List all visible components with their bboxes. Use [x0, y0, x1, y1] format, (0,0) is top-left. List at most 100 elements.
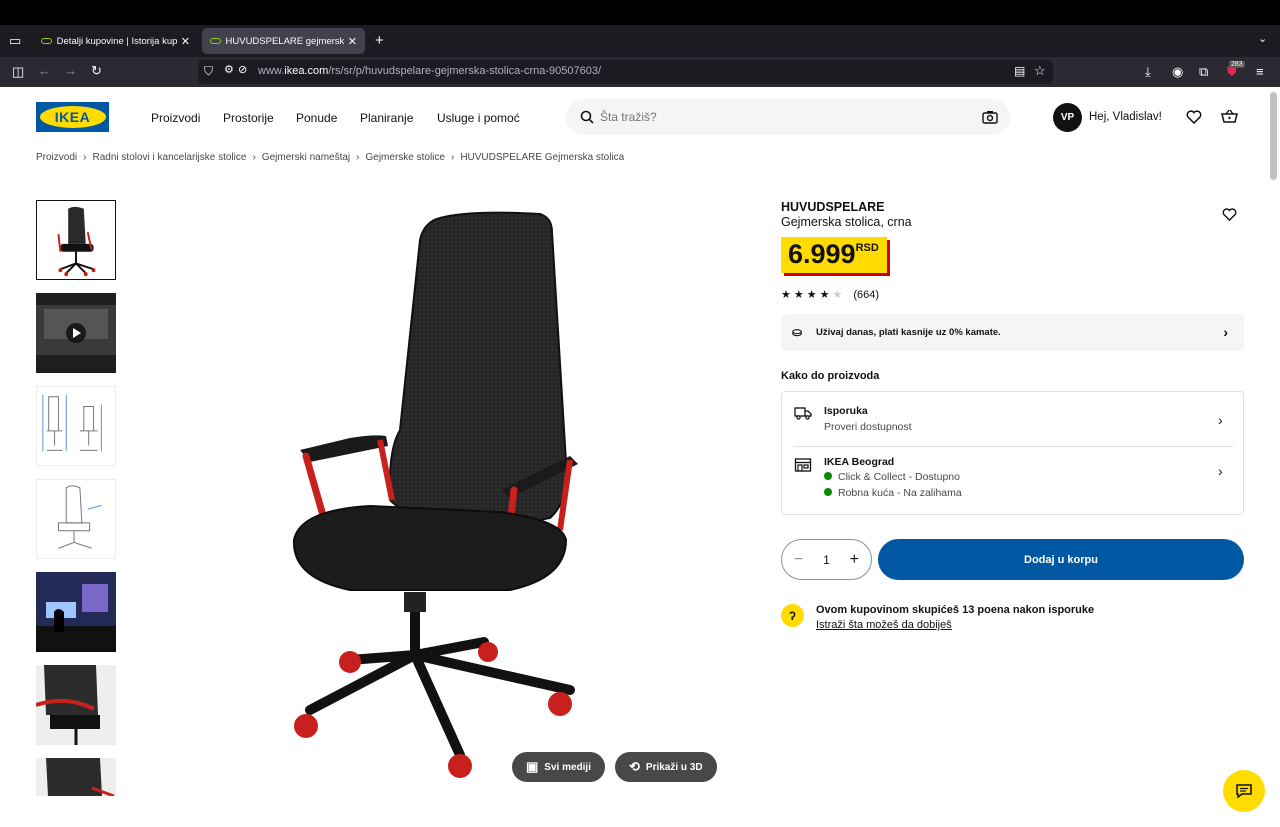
wishlist-heart-icon[interactable] — [1186, 110, 1202, 124]
nav-offers[interactable]: Ponude — [296, 111, 337, 125]
store-icon — [794, 458, 812, 472]
site-header: IKEA Proizvodi Prostorije Ponude Planira… — [0, 87, 1280, 149]
extensions-icon[interactable]: ⧉ — [1199, 65, 1208, 78]
piggy-bank-icon: ⛀ — [792, 325, 803, 339]
gallery-icon: ▣ — [526, 759, 539, 774]
tab-title: HUVUDSPELARE gejmerska stolica — [225, 35, 344, 47]
greeting[interactable]: Hej, Vladislav! — [1089, 111, 1162, 123]
thumbnail-closeup[interactable] — [36, 665, 116, 745]
review-count: (664) — [853, 288, 880, 301]
url-text: www.ikea.com/rs/sr/p/huvudspelare-gejmer… — [258, 65, 601, 77]
new-tab-icon[interactable]: + — [375, 33, 384, 48]
rating[interactable]: ★ ★ ★ ★ ★ (664) — [781, 288, 880, 302]
chat-button[interactable] — [1223, 770, 1265, 812]
shield-icon[interactable]: ⛉ — [204, 65, 213, 77]
favorite-heart-icon[interactable] — [1222, 208, 1237, 221]
forward-icon[interactable]: → — [64, 64, 77, 77]
avatar[interactable]: VP — [1053, 103, 1082, 132]
star-icon: ★ — [819, 289, 830, 301]
nav-planning[interactable]: Planiranje — [360, 111, 413, 125]
permissions-icon[interactable]: ⚙ — [224, 65, 234, 76]
tab-product[interactable]: HUVUDSPELARE gejmerska stolica ✕ — [202, 28, 365, 54]
logo-text: IKEA — [39, 106, 106, 128]
delivery-subtitle: Proveri dostupnost — [824, 421, 912, 433]
view-3d-label: Prikaži u 3D — [645, 761, 703, 773]
sidebar-icon[interactable]: ◫ — [12, 65, 24, 78]
bookmark-star-icon[interactable]: ☆ — [1034, 64, 1046, 77]
store-row[interactable]: IKEA Beograd Click & Collect - Dostupno … — [782, 447, 1243, 515]
tab-list-chevron-icon[interactable]: ⌄ — [1258, 34, 1267, 45]
account-icon[interactable]: ◉ — [1172, 65, 1183, 78]
reload-icon[interactable]: ↻ — [91, 64, 102, 77]
view-3d-button[interactable]: ⟲ Prikaži u 3D — [615, 752, 717, 782]
price-currency: RSD — [855, 242, 879, 254]
ikea-logo[interactable]: IKEA — [36, 102, 109, 132]
tracking-icon[interactable]: ⊘ — [238, 65, 247, 76]
availability-box: Isporuka Proveri dostupnost › IKEA Beogr… — [781, 391, 1244, 515]
address-bar[interactable]: ⛉ ⚙ ⊘ www.ikea.com/rs/sr/p/huvudspelare-… — [198, 60, 1053, 84]
thumbnail-sketch[interactable] — [36, 479, 116, 559]
breadcrumb-item[interactable]: HUVUDSPELARE Gejmerska stolica — [460, 152, 624, 163]
close-tab-icon[interactable]: ✕ — [181, 35, 190, 48]
chat-icon — [1236, 784, 1252, 799]
search-bar[interactable] — [566, 99, 1010, 135]
os-top-bar — [0, 0, 1280, 25]
nav-rooms[interactable]: Prostorije — [223, 111, 274, 125]
thumbnail-gallery — [36, 200, 116, 809]
search-input[interactable] — [600, 107, 960, 127]
star-icon: ★ — [793, 289, 804, 301]
loyalty-icon: ʔ — [781, 604, 804, 627]
nav-products[interactable]: Proizvodi — [151, 111, 200, 125]
breadcrumb-item[interactable]: Proizvodi — [36, 152, 77, 163]
navigation-toolbar: ◫ ← → ↻ ⛉ ⚙ ⊘ www.ikea.com/rs/sr/p/huvud… — [0, 57, 1280, 87]
thumbnail-video[interactable] — [36, 293, 116, 373]
downloads-icon[interactable]: ⤓ — [1145, 65, 1151, 78]
tab-overview-icon[interactable]: ▭ — [9, 34, 21, 47]
increase-quantity-button[interactable]: + — [850, 551, 859, 569]
credit-text: Uživaj danas, plati kasnije uz 0% kamate… — [816, 327, 1001, 338]
truck-icon — [794, 407, 812, 420]
chevron-right-icon: › — [1218, 463, 1223, 479]
in-stock-dot-icon — [824, 488, 832, 496]
delivery-row[interactable]: Isporuka Proveri dostupnost › — [782, 392, 1243, 446]
menu-icon[interactable]: ≡ — [1256, 65, 1264, 78]
price-value: 6.999 — [788, 239, 856, 269]
camera-icon[interactable] — [982, 110, 998, 124]
star-empty-icon: ★ — [832, 289, 843, 301]
product-description: Gejmerska stolica, crna — [781, 215, 912, 229]
cart-icon[interactable] — [1221, 109, 1238, 124]
thumbnail-dimensions[interactable] — [36, 386, 116, 466]
nav-services[interactable]: Usluge i pomoć — [437, 111, 520, 125]
reader-view-icon[interactable]: ▤ — [1014, 65, 1025, 77]
store-title: IKEA Beograd — [824, 456, 895, 468]
rotate-3d-icon: ⟲ — [629, 759, 640, 774]
breadcrumb-item[interactable]: Gejmerski nameštaj — [262, 152, 350, 163]
back-icon[interactable]: ← — [38, 64, 51, 77]
chevron-right-icon: › — [252, 152, 256, 163]
decrease-quantity-button[interactable]: − — [794, 551, 803, 569]
credit-banner[interactable]: ⛀ Uživaj danas, plati kasnije uz 0% kama… — [781, 314, 1244, 351]
breadcrumb: Proizvodi › Radni stolovi i kancelarijske… — [36, 152, 624, 163]
chevron-right-icon: › — [1218, 412, 1223, 428]
scrollbar[interactable] — [1270, 92, 1277, 180]
breadcrumb-item[interactable]: Gejmerske stolice — [366, 152, 445, 163]
product-main-image[interactable] — [270, 200, 610, 785]
chevron-right-icon: › — [83, 152, 87, 163]
tab-purchase-details[interactable]: Detalji kupovine | Istorija kupovi ✕ — [33, 28, 198, 54]
store-in-stock: Robna kuća - Na zalihama — [824, 487, 962, 499]
breadcrumb-item[interactable]: Radni stolovi i kancelarijske stolice — [92, 152, 246, 163]
close-tab-icon[interactable]: ✕ — [348, 35, 357, 48]
thumbnail-more[interactable] — [36, 758, 116, 796]
add-to-cart-button[interactable]: Dodaj u korpu — [878, 539, 1244, 580]
thumbnail-room[interactable] — [36, 572, 116, 652]
star-icon: ★ — [806, 289, 817, 301]
star-icon: ★ — [781, 289, 791, 301]
chevron-right-icon: › — [1223, 324, 1228, 340]
all-media-button[interactable]: ▣ Svi mediji — [512, 752, 605, 782]
all-media-label: Svi mediji — [544, 761, 591, 773]
quantity-value[interactable]: 1 — [823, 553, 830, 567]
delivery-title: Isporuka — [824, 405, 868, 417]
thumbnail-product[interactable] — [36, 200, 116, 280]
product-info: HUVUDSPELARE Gejmerska stolica, crna 6.9… — [781, 200, 1244, 631]
points-link[interactable]: Istraži šta možeš da dobiješ — [816, 619, 952, 631]
